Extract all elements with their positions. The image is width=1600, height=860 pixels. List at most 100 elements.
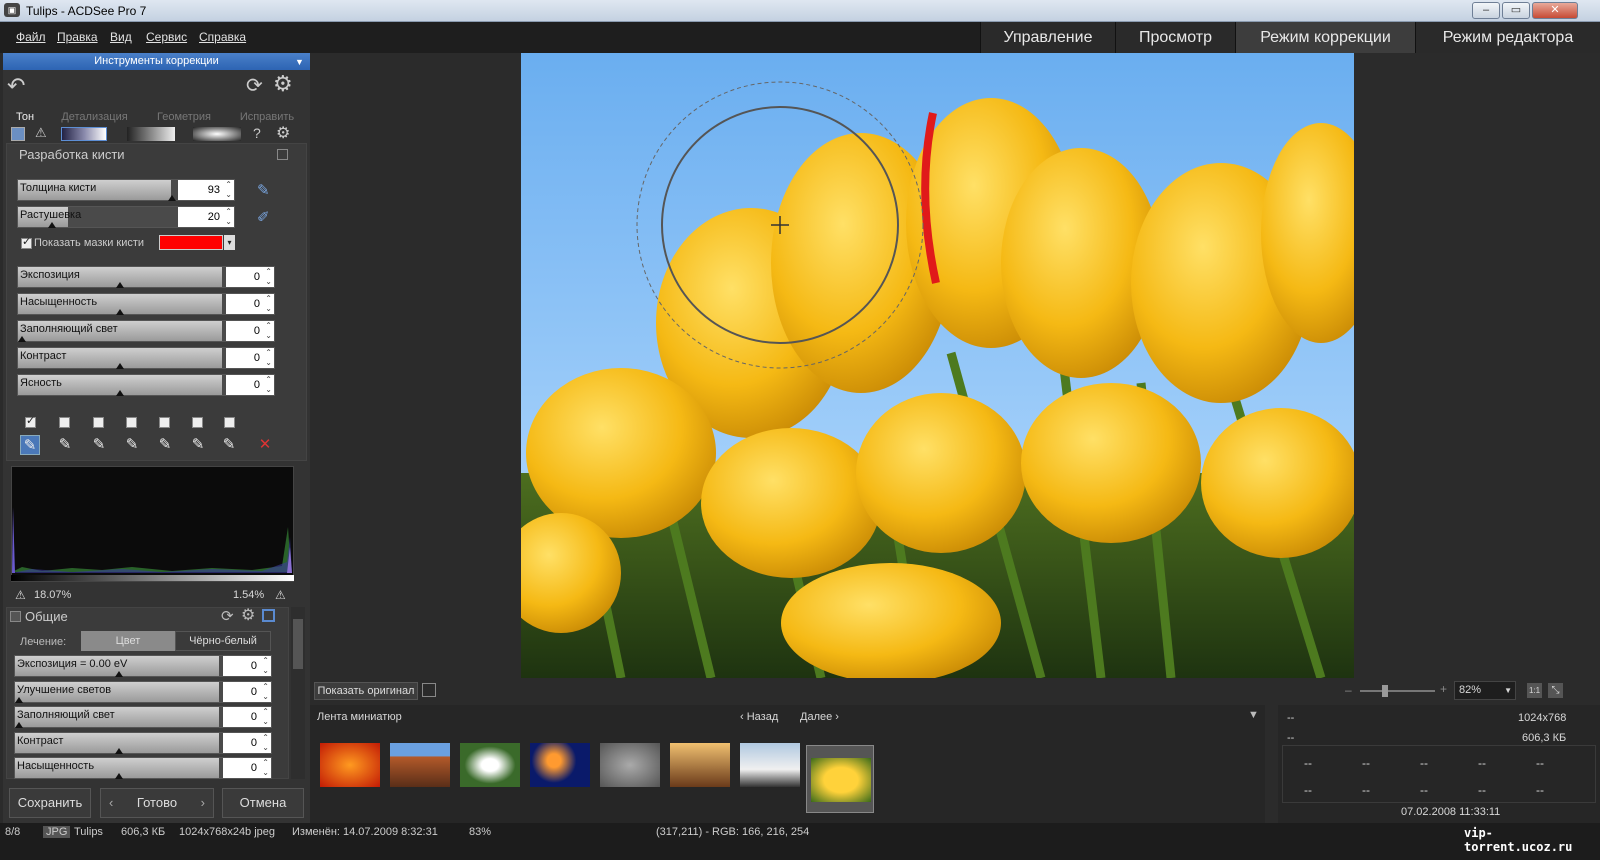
general-gear-icon[interactable]: ⚙ [241,605,255,625]
filmstrip-collapse-icon[interactable]: ▼ [1248,709,1259,721]
menu-edit[interactable]: Правка [57,30,98,44]
tab-tone[interactable]: Тон [7,109,43,126]
thumbnail-8-selected[interactable] [806,745,874,813]
treatment-bw-button[interactable]: Чёрно-белый [175,631,271,651]
mask-color-swatch[interactable] [159,235,223,250]
zoom-select[interactable]: 82% ▼ [1454,681,1516,700]
chevron-down-icon[interactable]: ▼ [295,57,304,67]
brush-slot-checkbox-5[interactable] [159,417,170,428]
chevron-right-icon[interactable]: › [201,789,205,817]
thumbnail-4[interactable] [530,743,590,787]
save-button[interactable]: Сохранить [9,788,91,818]
zoom-out-icon[interactable]: – [1345,683,1352,697]
brush-slot-checkbox-4[interactable] [126,417,137,428]
exposure-slider[interactable]: Экспозиция 0 [17,266,275,288]
gradient-tool-icon[interactable] [127,127,175,141]
eraser-icon[interactable]: ✐ [257,208,270,226]
gen-exposure-slider[interactable]: Экспозиция = 0.00 eV 0 [14,655,272,677]
group-enable-checkbox[interactable] [277,149,288,160]
saturation-slider[interactable]: Насыщенность 0 [17,293,275,315]
reset-icon[interactable]: ⟳ [221,607,234,625]
done-button[interactable]: ‹ Готово › [100,788,214,818]
menu-tools[interactable]: Сервис [146,30,187,44]
zoom-slider[interactable] [1360,685,1435,697]
menu-help[interactable]: Справка [199,30,246,44]
scrollbar[interactable] [291,607,305,779]
gen-saturation-value[interactable]: 0 [223,758,271,778]
gen-contrast-value[interactable]: 0 [223,733,271,753]
enable-icon[interactable] [262,609,275,622]
contrast-slider[interactable]: Контраст 0 [17,347,275,369]
fill-light-slider[interactable]: Заполняющий свет 0 [17,320,275,342]
cancel-button[interactable]: Отмена [222,788,304,818]
gen-exposure-value[interactable]: 0 [223,656,271,676]
radial-tool-icon[interactable] [193,127,241,141]
next-button[interactable]: Далее › [800,711,839,723]
brush-slot-checkbox-1[interactable]: ✓ [25,415,36,428]
tab-view[interactable]: Просмотр [1115,22,1235,53]
image-icon[interactable] [11,127,25,141]
fit-icon[interactable]: ⤡ [1548,683,1563,698]
brush-slot-checkbox-7[interactable] [224,417,235,428]
exposure-value[interactable]: 0 [226,267,274,287]
brush-slot-icon-6[interactable]: ✎ [188,435,208,455]
brush-slot-checkbox-2[interactable] [59,417,70,428]
tab-geometry[interactable]: Геометрия [143,109,225,126]
show-original-button[interactable]: Показать оригинал [314,682,418,700]
chevron-left-icon[interactable]: ‹ [109,789,113,817]
tab-edit[interactable]: Режим редактора [1415,22,1600,53]
settings-icon[interactable]: ⚙ [276,123,290,143]
show-masks-checkbox[interactable]: ✓ [21,236,32,249]
maximize-button[interactable]: ▭ [1502,2,1530,19]
thumbnail-6[interactable] [670,743,730,787]
warning-icon[interactable]: ⚠ [35,125,47,141]
thumbnail-2[interactable] [390,743,450,787]
feather-value[interactable]: 20 [178,207,234,227]
fill-light-value[interactable]: 0 [226,321,274,341]
brush-icon[interactable]: ✎ [257,181,270,199]
thumbnail-3[interactable] [460,743,520,787]
collapse-icon[interactable] [10,611,21,622]
gear-icon[interactable]: ⚙ [273,71,293,97]
brush-tool-icon[interactable] [61,127,107,141]
contrast-value[interactable]: 0 [226,348,274,368]
gen-contrast-slider[interactable]: Контраст 0 [14,732,272,754]
gen-saturation-slider[interactable]: Насыщенность 0 [14,757,272,779]
brush-slot-icon-7[interactable]: ✎ [219,435,239,455]
tab-manage[interactable]: Управление [980,22,1115,53]
menu-file[interactable]: Файл [16,30,46,44]
menu-view[interactable]: Вид [110,30,132,44]
brush-slot-icon-3[interactable]: ✎ [89,435,109,455]
thumbnail-1[interactable] [320,743,380,787]
treatment-color-button[interactable]: Цвет [81,631,175,651]
help-icon[interactable]: ? [253,125,261,141]
gen-fill-light-slider[interactable]: Заполняющий свет 0 [14,706,272,728]
brush-slot-checkbox-3[interactable] [93,417,104,428]
minimize-button[interactable]: – [1472,2,1500,19]
tab-develop[interactable]: Режим коррекции [1235,22,1415,53]
undo-icon[interactable]: ↶ [7,73,25,99]
clarity-value[interactable]: 0 [226,375,274,395]
delete-icon[interactable]: ✕ [255,435,275,455]
fullscreen-icon[interactable] [422,683,436,697]
brush-width-value[interactable]: 93 [178,180,234,200]
brush-slot-checkbox-6[interactable] [192,417,203,428]
brush-slot-icon-1[interactable]: ✎ [20,435,40,455]
highlight-enhance-value[interactable]: 0 [223,682,271,702]
refresh-icon[interactable]: ⟳ [246,73,263,98]
color-dropdown-icon[interactable]: ▾ [224,235,235,250]
gen-fill-light-value[interactable]: 0 [223,707,271,727]
tab-repair[interactable]: Исправить [229,109,305,126]
brush-width-slider[interactable]: Толщина кисти 93 [17,179,235,201]
brush-slot-icon-5[interactable]: ✎ [155,435,175,455]
thumbnail-7[interactable] [740,743,800,787]
clarity-slider[interactable]: Ясность 0 [17,374,275,396]
brush-slot-icon-4[interactable]: ✎ [122,435,142,455]
highlight-enhance-slider[interactable]: Улучшение светов 0 [14,681,272,703]
thumbnail-5[interactable] [600,743,660,787]
photo-canvas[interactable] [521,53,1354,678]
brush-slot-icon-2[interactable]: ✎ [55,435,75,455]
tab-detail[interactable]: Детализация [51,109,138,126]
shadow-warning-icon[interactable]: ⚠ [15,588,26,602]
back-button[interactable]: ‹ Назад [740,711,778,723]
